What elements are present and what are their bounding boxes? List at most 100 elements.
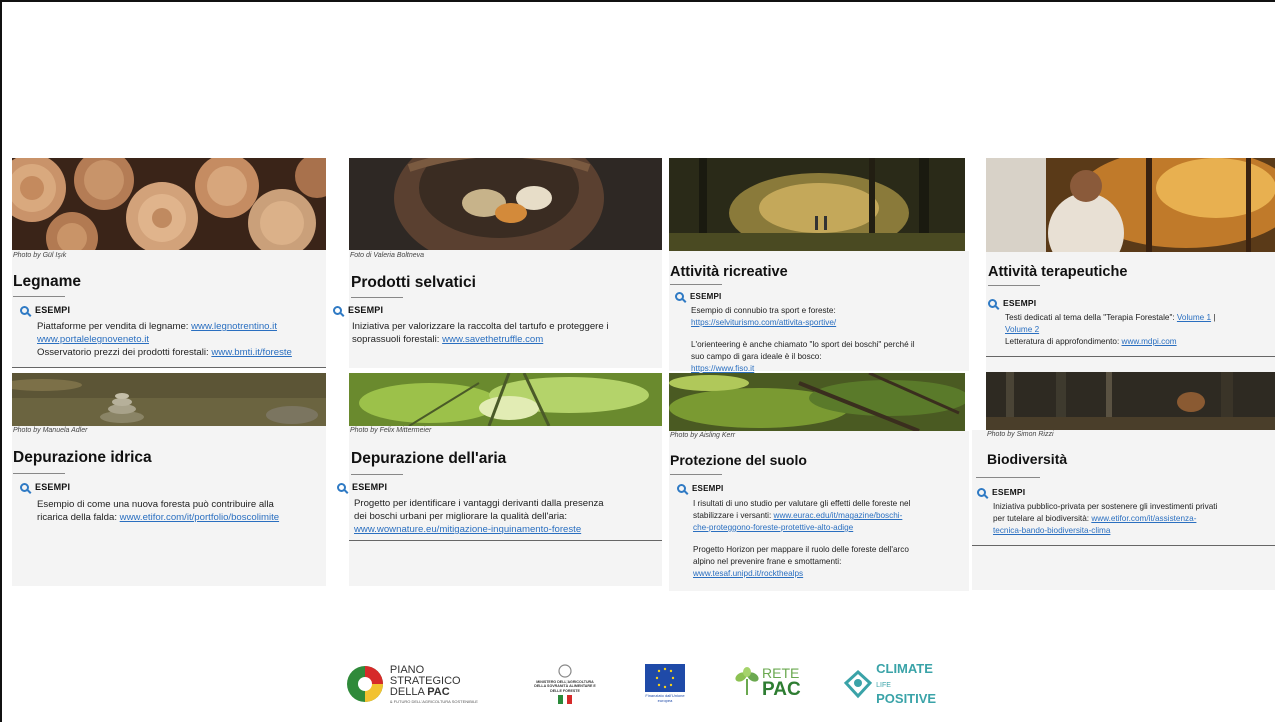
photo-forest-walk (669, 158, 965, 251)
body-text: Osservatorio prezzi dei prodotti foresta… (37, 347, 212, 358)
title-underline (670, 474, 722, 475)
card-body: Esempio di come una nuova foresta può co… (37, 498, 327, 524)
search-icon (20, 482, 29, 492)
logo-rete-pac: RETE PAC (734, 660, 812, 704)
examples-label: ESEMPI (348, 305, 384, 315)
body-text: | (1211, 313, 1216, 322)
examples-label: ESEMPI (992, 487, 1026, 497)
examples-header: ESEMPI (677, 484, 723, 493)
link-tesaf[interactable]: www.tesaf.unipd.it/rockthealps (693, 569, 803, 578)
divider (349, 540, 662, 541)
forest-walk-image (669, 158, 965, 251)
life-word: LIFE (876, 681, 891, 689)
card-body: I risultati di uno studio per valutare g… (693, 498, 969, 580)
examples-header: ESEMPI (337, 482, 387, 492)
body-text: Esempio di connubio tra sport e foreste: (691, 306, 836, 315)
link-fiso[interactable]: https://www.fiso.it (691, 364, 754, 373)
logo-climate-positive: CLIMATE LIFE POSITIVE (843, 662, 953, 706)
link-wownature[interactable]: www.wownature.eu/mitigazione-inquinament… (354, 524, 581, 535)
card-title: Protezione del suolo (670, 452, 807, 468)
therapy-image (986, 158, 1275, 252)
body-text: suo campo di gara ideale è il bosco: (691, 352, 822, 361)
examples-label: ESEMPI (1003, 298, 1037, 308)
body-text: Testi dedicati al tema della "Terapia Fo… (1005, 313, 1177, 322)
link-etifor-boscolimite[interactable]: www.etifor.com/it/portfolio/boscolimite (120, 512, 279, 523)
deer-image (986, 372, 1275, 430)
link-savethetruffle[interactable]: www.savethetruffle.com (442, 334, 543, 345)
stones-image (12, 373, 326, 426)
climate-logo-icon (843, 669, 873, 699)
logo-ministry: MINISTERO DELL'AGRICOLTURA DELLA SOVRANI… (528, 660, 602, 708)
link-etifor-biodiversita[interactable]: www.etifor.com/it/assistenza- (1091, 514, 1196, 523)
link-portalelegnoveneto[interactable]: www.portalelegnoveneto.it (37, 334, 149, 345)
link-etifor-biodiversita-cont[interactable]: tecnica-bando-biodiversita-clima (993, 526, 1110, 535)
divider (972, 545, 1275, 546)
body-text: soprassuoli forestali: (352, 334, 443, 345)
photo-credit: Photo by Gül Işık (13, 252, 67, 259)
photo-basket (349, 158, 662, 250)
photo-stones (12, 373, 326, 426)
link-bmti[interactable]: www.bmti.it/foreste (211, 347, 292, 358)
title-underline (351, 474, 403, 475)
body-text: dei boschi urbani per migliorare la qual… (354, 511, 568, 522)
search-icon (988, 298, 997, 308)
title-underline (976, 477, 1040, 478)
photo-credit: Photo by Felix Mittermeier (350, 427, 432, 434)
link-eurac-cont[interactable]: che-proteggono-foreste-protettive-alto-a… (693, 523, 853, 532)
card-body: Iniziativa pubblico-privata per sostener… (993, 501, 1273, 537)
title-underline (670, 284, 722, 285)
link-eurac[interactable]: www.eurac.edu/it/magazine/boschi- (774, 511, 903, 520)
eu-flag-icon (645, 664, 685, 693)
body-text: L'orienteering è anche chiamato "lo spor… (691, 340, 915, 349)
search-icon (677, 484, 686, 493)
body-text: Piattaforme per vendita di legname: (37, 321, 192, 332)
link-legnotrentino[interactable]: www.legnotrentino.it (191, 321, 277, 332)
link-selviturismo[interactable]: https://selviturismo.com/attivita-sporti… (691, 318, 836, 327)
ministry-name: MINISTERO DELL'AGRICOLTURA DELLA SOVRANI… (534, 680, 596, 693)
title-underline (13, 296, 65, 297)
photo-credit: Photo by Simon Rizzi (987, 431, 1054, 438)
search-icon (333, 305, 342, 315)
rete-word: RETE (762, 664, 800, 681)
card-title: Depurazione idrica (13, 449, 152, 466)
card-title: Prodotti selvatici (351, 274, 476, 291)
basket-image (349, 158, 662, 250)
examples-header: ESEMPI (20, 482, 70, 492)
card-body: Progetto per identificare i vantaggi der… (354, 497, 659, 536)
logo-eu: Finanziato dall'Unione europea (640, 660, 690, 708)
title-underline (988, 285, 1040, 286)
link-volume-2[interactable]: Volume 2 (1005, 325, 1039, 334)
photo-logs (12, 158, 326, 250)
republic-emblem-icon (558, 664, 572, 678)
body-text: Progetto Horizon per mappare il ruolo de… (693, 545, 909, 554)
title-underline (13, 473, 65, 474)
pac-word: PAC (762, 678, 801, 700)
body-text: Progetto per identificare i vantaggi der… (354, 498, 604, 509)
pac-subtitle: & FUTURO DELL'AGRICOLTURA SOSTENIBILE (389, 698, 478, 704)
search-icon (675, 292, 684, 301)
body-text: per tutelare al biodiversità: (993, 514, 1092, 523)
examples-header: ESEMPI (977, 487, 1025, 497)
card-body: Iniziativa per valorizzare la raccolta d… (352, 320, 662, 346)
pac-title-line2: DELLA (389, 685, 425, 698)
body-text: Letteratura di approfondimento: (1005, 337, 1122, 346)
positive-word: POSITIVE (876, 690, 937, 706)
examples-label: ESEMPI (35, 305, 71, 315)
link-mdpi[interactable]: www.mdpi.com (1122, 337, 1177, 346)
examples-header: ESEMPI (20, 305, 70, 315)
search-icon (20, 305, 29, 315)
card-title: Attività ricreative (670, 264, 788, 280)
body-text: alpino nel prevenire frane e smottamenti… (693, 557, 842, 566)
examples-label: ESEMPI (692, 484, 724, 493)
photo-canopy (349, 373, 662, 426)
photo-credit: Photo by Manuela Adler (13, 427, 88, 434)
card-body: Testi dedicati al tema della "Terapia Fo… (1005, 312, 1275, 348)
body-text: Esempio di come una nuova foresta può co… (37, 499, 274, 510)
link-volume-1[interactable]: Volume 1 (1177, 313, 1211, 322)
pac-title-line2b: PAC (427, 685, 450, 698)
rete-pac-leaf-icon (735, 667, 759, 695)
pac-title-line1: PIANO STRATEGICO (389, 663, 461, 687)
examples-label: ESEMPI (35, 482, 71, 492)
card-title: Depurazione dell'aria (351, 450, 507, 467)
card-title: Attività terapeutiche (988, 264, 1128, 280)
